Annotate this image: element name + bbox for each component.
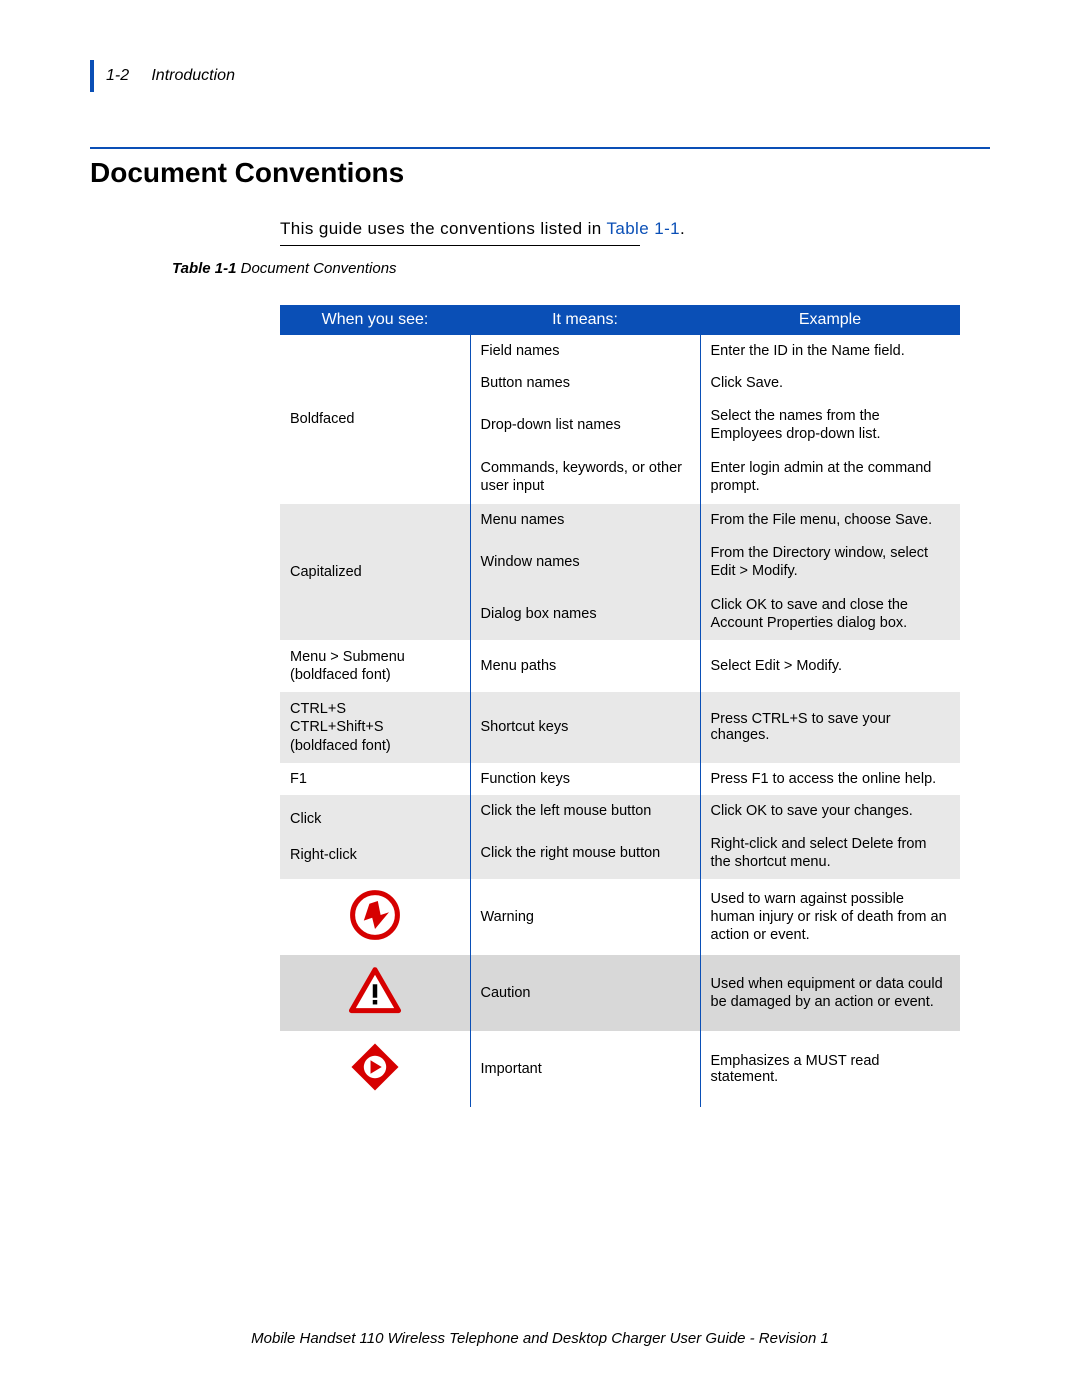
col-when-you-see: When you see:	[280, 305, 470, 335]
table-header-row: When you see: It means: Example	[280, 305, 960, 335]
col-example: Example	[700, 305, 960, 335]
table-row: Caution Used when equipment or data coul…	[280, 955, 960, 1031]
table-row: Boldfaced Field names Enter the ID in th…	[280, 335, 960, 367]
intro-underline	[280, 245, 640, 246]
running-header: 1-2 Introduction	[90, 60, 990, 92]
chapter-name: Introduction	[151, 67, 235, 84]
page-number: 1-2	[106, 67, 129, 84]
table-row: Menu > Submenu(boldfaced font) Menu path…	[280, 640, 960, 692]
section-rule	[90, 147, 990, 149]
table-reference-link[interactable]: Table 1-1	[606, 219, 680, 238]
table-row: Important Emphasizes a MUST read stateme…	[280, 1031, 960, 1107]
table-row: Warning Used to warn against possible hu…	[280, 879, 960, 955]
table-row: Capitalized Menu names From the File men…	[280, 504, 960, 536]
warning-icon	[280, 879, 470, 955]
cell-capitalized: Capitalized	[280, 504, 470, 641]
col-it-means: It means:	[470, 305, 700, 335]
table-row: Click Right-click Click the left mouse b…	[280, 795, 960, 827]
conventions-table: When you see: It means: Example Boldface…	[280, 305, 960, 1107]
cell-boldfaced: Boldfaced	[280, 335, 470, 504]
intro-text: This guide uses the conventions listed i…	[280, 219, 990, 239]
caution-icon	[280, 955, 470, 1031]
section-title: Document Conventions	[90, 157, 990, 189]
table-caption: Table 1-1 Document Conventions	[172, 260, 990, 277]
page-footer: Mobile Handset 110 Wireless Telephone an…	[0, 1330, 1080, 1347]
table-row: CTRL+SCTRL+Shift+S(boldfaced font) Short…	[280, 692, 960, 762]
table-row: F1 Function keys Press F1 to access the …	[280, 763, 960, 795]
important-icon	[280, 1031, 470, 1107]
